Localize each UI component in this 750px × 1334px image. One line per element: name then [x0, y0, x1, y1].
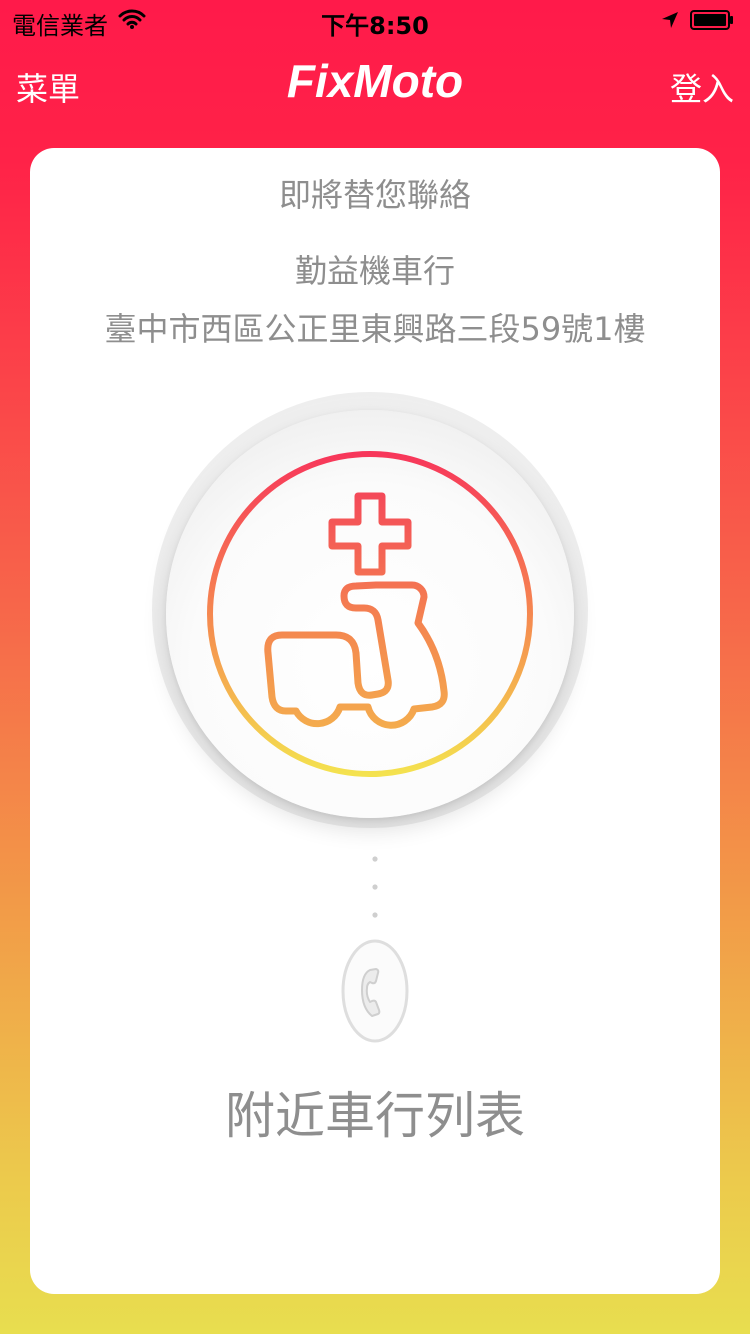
dotted-connector — [372, 856, 378, 918]
shop-address: 臺中市西區公正里東興路三段59號1樓 — [104, 310, 646, 348]
nearby-shops-list-button[interactable]: 附近車行列表 — [30, 1076, 720, 1148]
battery-icon — [690, 10, 733, 30]
scooter-repair-button[interactable] — [166, 410, 574, 818]
location-arrow-icon — [662, 12, 678, 28]
nav-bar: 菜單 FixMoto 登入 — [0, 40, 750, 128]
status-bar: 電信業者 下午8:50 — [0, 0, 750, 40]
contact-heading: 即將替您聯絡 — [278, 176, 471, 214]
shop-name: 勤益機車行 — [294, 252, 455, 290]
contact-card: 即將替您聯絡 勤益機車行 臺中市西區公正里東興路三段59號1樓 附近車行列表 — [30, 148, 720, 1294]
phone-icon[interactable] — [340, 938, 410, 1044]
app-title: FixMoto — [286, 55, 464, 107]
status-time: 下午8:50 — [321, 12, 429, 40]
login-button[interactable]: 登入 — [670, 64, 734, 110]
scooter-repair-icon — [207, 451, 533, 777]
